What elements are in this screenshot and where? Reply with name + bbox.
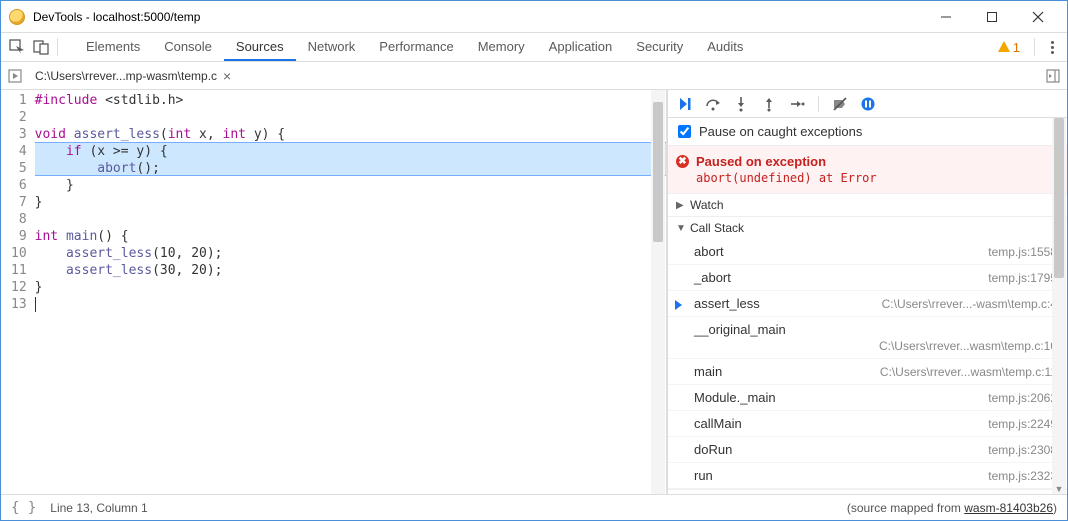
file-tab-bar: C:\Users\rrever...mp-wasm\temp.c × [1, 62, 1067, 90]
close-button[interactable] [1015, 2, 1061, 32]
frame-name: callMain [694, 416, 988, 431]
exception-banner: ✖ Paused on exception abort(undefined) a… [668, 146, 1067, 194]
minimize-button[interactable] [923, 2, 969, 32]
maximize-button[interactable] [969, 2, 1015, 32]
callstack-frame[interactable]: aborttemp.js:1558 [668, 239, 1067, 265]
navigator-toggle-icon[interactable] [1045, 68, 1061, 84]
callstack-frame[interactable]: doRuntemp.js:2308 [668, 437, 1067, 463]
devtools-icon [9, 9, 25, 25]
frame-location[interactable]: temp.js:2323 [988, 469, 1057, 483]
window-title: DevTools - localhost:5000/temp [33, 10, 923, 24]
pause-on-caught-checkbox[interactable] [678, 125, 691, 138]
panel-tabs: ElementsConsoleSourcesNetworkPerformance… [74, 33, 755, 61]
pause-on-caught-option[interactable]: Pause on caught exceptions [668, 118, 1067, 146]
file-path: C:\Users\rrever...mp-wasm\temp.c [35, 69, 217, 83]
close-tab-icon[interactable]: × [223, 69, 231, 83]
code-area[interactable]: #include <stdlib.h>void assert_less(int … [35, 90, 666, 494]
frame-location[interactable]: temp.js:1558 [988, 245, 1057, 259]
status-bar: { } Line 13, Column 1 (source mapped fro… [1, 494, 1067, 520]
callstack-frame[interactable]: __original_main C:\Users\rrever...wasm\te… [668, 317, 1067, 359]
frame-name: _abort [694, 270, 988, 285]
tab-elements[interactable]: Elements [74, 33, 152, 61]
tab-sources[interactable]: Sources [224, 33, 296, 61]
callstack-frame[interactable]: runtemp.js:2323 [668, 463, 1067, 489]
callstack-section: ▼Call Stack aborttemp.js:1558_aborttemp.… [668, 217, 1067, 490]
editor-scrollbar[interactable] [651, 90, 665, 494]
pause-on-caught-label: Pause on caught exceptions [699, 124, 862, 139]
frame-name: assert_less [694, 296, 882, 311]
frame-name: main [694, 364, 880, 379]
exception-title: Paused on exception [696, 154, 1057, 169]
mapped-link[interactable]: wasm-81403b26 [964, 501, 1053, 515]
callstack-frame[interactable]: assert_lessC:\Users\rrever...-wasm\temp.… [668, 291, 1067, 317]
callstack-header[interactable]: ▼ Call Stack [668, 217, 1067, 239]
window-titlebar: DevTools - localhost:5000/temp [1, 1, 1067, 32]
file-tab[interactable]: C:\Users\rrever...mp-wasm\temp.c × [31, 62, 235, 89]
source-mapped-info: (source mapped from wasm-81403b26) [847, 501, 1057, 515]
callstack-frame[interactable]: Module._maintemp.js:2062 [668, 385, 1067, 411]
code-editor[interactable]: 12345678910111213 #include <stdlib.h>voi… [1, 90, 667, 494]
tab-application[interactable]: Application [537, 33, 625, 61]
frame-name: Module._main [694, 390, 988, 405]
warnings-badge[interactable]: 1 [997, 40, 1020, 55]
error-icon: ✖ [676, 155, 689, 168]
resume-button[interactable] [676, 95, 694, 113]
warnings-count: 1 [1013, 40, 1020, 55]
frame-name: doRun [694, 442, 988, 457]
frame-location[interactable]: temp.js:2308 [988, 443, 1057, 457]
frame-name: __original_main [694, 322, 786, 337]
callstack-frame[interactable]: _aborttemp.js:1795 [668, 265, 1067, 291]
frame-location[interactable]: C:\Users\rrever...-wasm\temp.c:4 [882, 297, 1057, 311]
deactivate-breakpoints-button[interactable] [831, 95, 849, 113]
debugger-panel: Pause on caught exceptions ✖ Paused on e… [667, 90, 1067, 494]
run-snippet-icon[interactable] [7, 68, 23, 84]
watch-section[interactable]: ▶ Watch [668, 194, 1067, 217]
step-over-button[interactable] [704, 95, 722, 113]
pause-on-exceptions-button[interactable] [859, 95, 877, 113]
device-toggle-icon[interactable] [31, 37, 51, 57]
step-button[interactable] [788, 95, 806, 113]
main-toolbar: ElementsConsoleSourcesNetworkPerformance… [1, 32, 1067, 62]
tab-audits[interactable]: Audits [695, 33, 755, 61]
cursor-position: Line 13, Column 1 [50, 501, 147, 515]
inspect-element-icon[interactable] [7, 37, 27, 57]
tab-memory[interactable]: Memory [466, 33, 537, 61]
chevron-down-icon: ▼ [676, 223, 686, 234]
callstack-frame[interactable]: callMaintemp.js:2249 [668, 411, 1067, 437]
debugger-toolbar [668, 90, 1067, 118]
callstack-frame[interactable]: mainC:\Users\rrever...wasm\temp.c:11 [668, 359, 1067, 385]
step-out-button[interactable] [760, 95, 778, 113]
exception-detail: abort(undefined) at Error [696, 171, 1057, 185]
callstack-label: Call Stack [690, 221, 744, 235]
watch-label: Watch [690, 198, 724, 212]
frame-location[interactable]: temp.js:2062 [988, 391, 1057, 405]
panel-scrollbar[interactable]: ▲ ▼ [1052, 118, 1066, 494]
step-into-button[interactable] [732, 95, 750, 113]
frame-location[interactable]: temp.js:1795 [988, 271, 1057, 285]
frame-location[interactable]: temp.js:2249 [988, 417, 1057, 431]
kebab-menu-icon[interactable] [1043, 41, 1061, 54]
frame-name: abort [694, 244, 988, 259]
tab-performance[interactable]: Performance [367, 33, 465, 61]
line-gutter: 12345678910111213 [1, 90, 35, 494]
tab-security[interactable]: Security [624, 33, 695, 61]
frame-location[interactable]: C:\Users\rrever...wasm\temp.c:11 [880, 365, 1057, 379]
braces-icon[interactable]: { } [11, 500, 36, 516]
tab-network[interactable]: Network [296, 33, 368, 61]
frame-location[interactable]: C:\Users\rrever...wasm\temp.c:10 [879, 339, 1057, 353]
frame-name: run [694, 468, 988, 483]
tab-console[interactable]: Console [152, 33, 224, 61]
chevron-right-icon: ▶ [676, 200, 686, 211]
